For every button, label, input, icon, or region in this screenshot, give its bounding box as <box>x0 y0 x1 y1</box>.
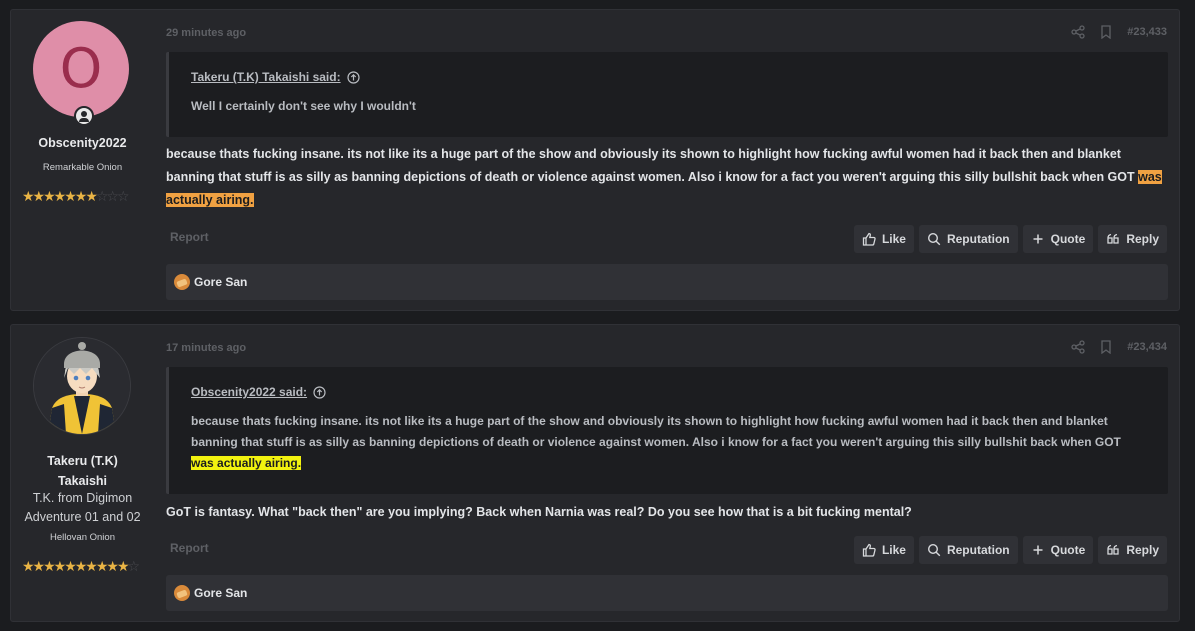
post: O Obscenity2022 Remarkable Onion ★★★★★★★… <box>10 9 1180 311</box>
quote-text: Well I certainly don't see why I wouldn'… <box>191 99 416 113</box>
liked-by-user[interactable]: Gore San <box>194 275 247 289</box>
quote-marks-icon <box>1107 544 1119 555</box>
message-text: because thats fucking insane. its not li… <box>166 147 1139 184</box>
user-info: O Obscenity2022 Remarkable Onion ★★★★★★★… <box>11 10 154 310</box>
username[interactable]: Obscenity2022 <box>11 136 154 150</box>
report-link[interactable]: Report <box>170 230 209 244</box>
post-number[interactable]: #23,434 <box>1127 341 1167 353</box>
avatar[interactable] <box>174 274 190 290</box>
username-line[interactable]: Takeru (T.K) <box>47 454 118 468</box>
liked-by-user[interactable]: Gore San <box>194 586 247 600</box>
reputation-button[interactable]: Reputation <box>918 536 1018 564</box>
post-actions: Like Reputation Quote Reply <box>853 536 1167 564</box>
search-icon <box>927 232 941 246</box>
user-avatar-illustration <box>34 338 130 434</box>
quote-block: Takeru (T.K) Takaishi said: Well I certa… <box>166 52 1168 137</box>
bookmark-icon[interactable] <box>1099 25 1113 39</box>
thumbs-up-icon <box>862 543 876 557</box>
like-label: Like <box>881 543 906 557</box>
rating-stars: ★★★★★★★★★★☆ <box>22 558 140 574</box>
post-meta-actions: #23,433 <box>1071 25 1167 39</box>
online-user-icon <box>74 106 94 126</box>
quote-block: Obscenity2022 said: because thats fuckin… <box>166 367 1168 494</box>
quote-author-label[interactable]: Takeru (T.K) Takaishi said: <box>191 70 341 84</box>
user-title-line: T.K. from Digimon <box>32 491 133 505</box>
quote-author[interactable]: Takeru (T.K) Takaishi said: <box>191 70 1146 84</box>
reply-button[interactable]: Reply <box>1098 225 1167 253</box>
report-link[interactable]: Report <box>170 541 209 555</box>
avatar[interactable] <box>174 585 190 601</box>
highlighted-text: was actually airing. <box>191 456 302 470</box>
reputation-button[interactable]: Reputation <box>918 225 1018 253</box>
quote-button[interactable]: Quote <box>1022 225 1094 253</box>
post-message: because thats fucking insane. its not li… <box>166 143 1166 212</box>
post-timestamp[interactable]: 17 minutes ago <box>166 342 246 354</box>
reputation-label: Reputation <box>946 232 1010 246</box>
like-button[interactable]: Like <box>853 536 914 564</box>
user-title-line: Adventure 01 and 02 <box>24 510 141 524</box>
reputation-label: Reputation <box>946 543 1010 557</box>
quote-text-body: because thats fucking insane. its not li… <box>191 414 1121 449</box>
like-label: Like <box>881 232 906 246</box>
thumbs-up-icon <box>862 232 876 246</box>
plus-icon <box>1033 545 1043 555</box>
reply-label: Reply <box>1126 543 1159 557</box>
reply-label: Reply <box>1126 232 1159 246</box>
reply-button[interactable]: Reply <box>1098 536 1167 564</box>
quote-label: Quote <box>1050 543 1086 557</box>
like-button[interactable]: Like <box>853 225 914 253</box>
post-number[interactable]: #23,433 <box>1127 26 1167 38</box>
user-title: T.K. from Digimon Adventure 01 and 02 <box>11 489 154 527</box>
username[interactable]: Takeru (T.K) Takaishi <box>11 451 154 491</box>
avatar[interactable]: O <box>33 21 129 117</box>
user-rank: Hellovan Onion <box>50 532 115 543</box>
share-icon[interactable] <box>1071 340 1085 354</box>
quote-button[interactable]: Quote <box>1022 536 1094 564</box>
arrow-up-circle-icon[interactable] <box>313 385 326 399</box>
post-meta-actions: #23,434 <box>1071 340 1167 354</box>
search-icon <box>927 543 941 557</box>
arrow-up-circle-icon[interactable] <box>347 70 360 84</box>
likes-bar: Gore San <box>166 264 1168 300</box>
post: Takeru (T.K) Takaishi T.K. from Digimon … <box>10 324 1180 622</box>
bookmark-icon[interactable] <box>1099 340 1113 354</box>
quote-text: because thats fucking insane. its not li… <box>191 411 1146 474</box>
quote-marks-icon <box>1107 233 1119 244</box>
post-actions: Like Reputation Quote Reply <box>853 225 1167 253</box>
quote-author[interactable]: Obscenity2022 said: <box>191 385 1146 399</box>
post-message: GoT is fantasy. What "back then" are you… <box>166 505 912 519</box>
avatar[interactable] <box>33 337 131 435</box>
quote-label: Quote <box>1050 232 1086 246</box>
quote-author-label[interactable]: Obscenity2022 said: <box>191 385 307 399</box>
plus-icon <box>1033 234 1043 244</box>
rating-stars: ★★★★★★★☆☆☆ <box>22 188 130 204</box>
user-rank: Remarkable Onion <box>42 162 123 173</box>
post-timestamp[interactable]: 29 minutes ago <box>166 27 246 39</box>
share-icon[interactable] <box>1071 25 1085 39</box>
likes-bar: Gore San <box>166 575 1168 611</box>
username-line[interactable]: Takaishi <box>58 474 107 488</box>
user-info: Takeru (T.K) Takaishi T.K. from Digimon … <box>11 325 154 621</box>
